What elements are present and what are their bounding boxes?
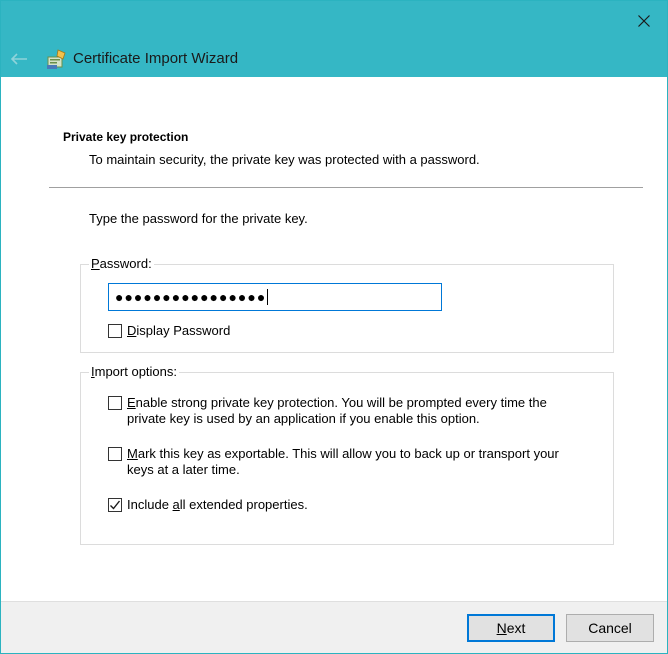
title-bar: [1, 1, 667, 41]
import-options-label: Import options:: [89, 364, 179, 379]
exportable-row[interactable]: Mark this key as exportable. This will a…: [108, 446, 588, 478]
cancel-button-label: Cancel: [588, 620, 632, 636]
exportable-label: Mark this key as exportable. This will a…: [127, 446, 559, 477]
wizard-window: Certificate Import Wizard Private key pr…: [0, 0, 668, 654]
cancel-button[interactable]: Cancel: [566, 614, 654, 642]
extended-properties-label: Include all extended properties.: [127, 497, 308, 512]
display-password-row[interactable]: Display Password: [108, 323, 230, 339]
display-password-checkbox[interactable]: [108, 324, 122, 338]
strong-protection-label: Enable strong private key protection. Yo…: [127, 395, 547, 426]
text-caret: [267, 289, 269, 305]
password-label: Password:: [89, 256, 154, 271]
page-description: To maintain security, the private key wa…: [89, 152, 480, 167]
extended-properties-row[interactable]: Include all extended properties.: [108, 497, 308, 513]
close-icon: [638, 15, 650, 27]
header-divider: [49, 187, 643, 188]
wizard-title: Certificate Import Wizard: [73, 50, 239, 67]
password-input[interactable]: ●●●●●●●●●●●●●●●●: [108, 283, 442, 311]
certificate-wizard-icon: [47, 49, 66, 69]
back-arrow-icon: [10, 53, 27, 65]
back-button[interactable]: [7, 47, 31, 71]
exportable-checkbox[interactable]: [108, 447, 122, 461]
strong-protection-row[interactable]: Enable strong private key protection. Yo…: [108, 395, 588, 427]
next-button[interactable]: Next: [467, 614, 555, 642]
display-password-label: Display Password: [127, 323, 231, 338]
extended-properties-checkbox[interactable]: [108, 498, 122, 512]
wizard-header: Certificate Import Wizard: [1, 41, 667, 77]
password-masked-value: ●●●●●●●●●●●●●●●●: [115, 289, 267, 305]
strong-protection-checkbox[interactable]: [108, 396, 122, 410]
close-button[interactable]: [621, 1, 667, 41]
instruction-text: Type the password for the private key.: [89, 211, 308, 226]
wizard-footer: Next Cancel: [1, 601, 667, 653]
checkmark-icon: [110, 500, 121, 510]
next-button-label: Next: [496, 620, 526, 636]
page-heading: Private key protection: [63, 130, 189, 144]
